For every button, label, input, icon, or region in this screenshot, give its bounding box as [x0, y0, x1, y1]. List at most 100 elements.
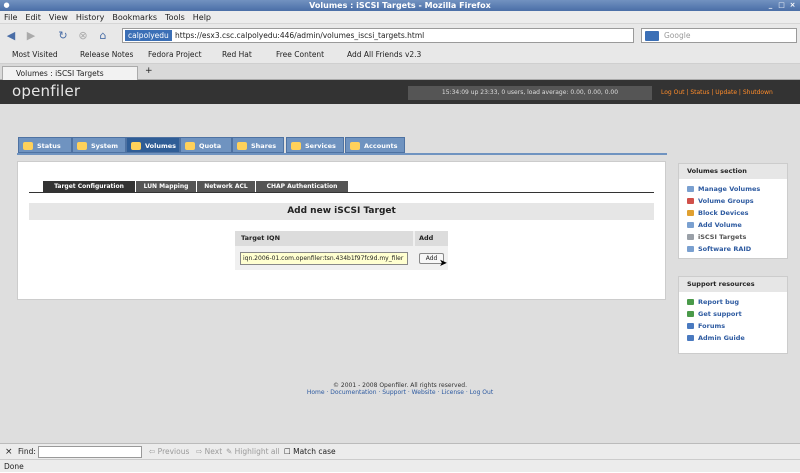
footer-copyright: © 2001 - 2008 Openfiler. All rights rese…: [333, 382, 467, 389]
tab-status[interactable]: Status: [18, 137, 72, 153]
sidebar-item-forums[interactable]: Forums: [687, 321, 725, 331]
system-status-text: 15:34:09 up 23:33, 0 users, load average…: [408, 86, 652, 100]
url-bar[interactable]: calpolyedu https://esx3.csc.calpolyedu:4…: [122, 28, 634, 43]
window-title: Volumes : iSCSI Targets - Mozilla Firefo…: [309, 1, 491, 10]
sidebar-item-manage-volumes[interactable]: Manage Volumes: [687, 184, 760, 194]
subtab-lun-mapping[interactable]: LUN Mapping: [136, 181, 196, 192]
services-icon: [291, 142, 301, 150]
sidebar-item-report-bug[interactable]: Report bug: [687, 297, 739, 307]
volumes-section-title: Volumes section: [679, 164, 787, 179]
find-next-label: Next: [204, 447, 223, 456]
subtab-network-acl[interactable]: Network ACL: [197, 181, 255, 192]
menu-bar: File Edit View History Bookmarks Tools Help: [0, 11, 800, 24]
tab-label: Shares: [251, 142, 277, 150]
volume-groups-icon: [687, 198, 694, 204]
support-resources-title: Support resources: [679, 277, 787, 292]
add-volume-icon: [687, 222, 694, 228]
header-links[interactable]: Log Out | Status | Update | Shutdown: [661, 86, 773, 100]
maximize-button[interactable]: □: [777, 1, 786, 10]
sidebar-item-label: Add Volume: [698, 221, 742, 229]
tab-volumes[interactable]: Volumes: [126, 137, 180, 153]
sidebar-item-add-volume[interactable]: Add Volume: [687, 220, 742, 230]
sidebar-item-admin-guide[interactable]: Admin Guide: [687, 333, 745, 343]
bookmark-most-visited[interactable]: Most Visited: [12, 46, 58, 64]
highlight-all-label: Highlight all: [234, 447, 280, 456]
site-identity-badge[interactable]: calpolyedu: [125, 30, 172, 41]
sidebar-item-label: Forums: [698, 322, 726, 330]
close-window-button[interactable]: ×: [788, 1, 797, 10]
google-icon[interactable]: [645, 31, 659, 41]
tab-label: Volumes: [145, 142, 177, 150]
subtab-target-configuration[interactable]: Target Configuration: [43, 181, 135, 192]
software-raid-icon: [687, 246, 694, 252]
tab-shares[interactable]: Shares: [232, 137, 284, 153]
tab-label: Services: [305, 142, 336, 150]
tab-underline: [17, 153, 667, 155]
bookmarks-toolbar: Most Visited Release Notes Fedora Projec…: [0, 46, 800, 64]
iscsi-targets-icon: [687, 234, 694, 240]
support-resources-box: Support resources Report bug Get support…: [678, 276, 788, 354]
firefox-icon: ●: [3, 1, 10, 9]
url-text[interactable]: https://esx3.csc.calpolyedu:446/admin/vo…: [175, 29, 424, 42]
column-header-iqn: Target IQN: [235, 231, 413, 246]
find-next-button[interactable]: ⇨ Next: [196, 444, 222, 460]
menu-history[interactable]: History: [72, 11, 108, 24]
menu-help[interactable]: Help: [189, 11, 215, 24]
new-tab-icon[interactable]: +: [145, 65, 153, 78]
bookmark-add-all-friends[interactable]: Add All Friends v2.3: [347, 46, 421, 64]
manage-volumes-icon: [687, 186, 694, 192]
back-icon[interactable]: ◀: [4, 29, 18, 42]
column-header-add: Add: [415, 231, 448, 246]
menu-view[interactable]: View: [45, 11, 72, 24]
shares-icon: [237, 142, 247, 150]
find-previous-button[interactable]: ⇦ Previous: [149, 444, 189, 460]
volumes-section-box: Volumes section Manage Volumes Volume Gr…: [678, 163, 788, 259]
mouse-cursor-icon: ➤: [439, 258, 448, 269]
minimize-button[interactable]: _: [766, 1, 775, 10]
menu-edit[interactable]: Edit: [21, 11, 45, 24]
subtab-chap-authentication[interactable]: CHAP Authentication: [256, 181, 348, 192]
sidebar-item-get-support[interactable]: Get support: [687, 309, 742, 319]
sidebar-item-block-devices[interactable]: Block Devices: [687, 208, 749, 218]
stop-icon[interactable]: ⊗: [76, 29, 90, 42]
menu-file[interactable]: File: [0, 11, 21, 24]
match-case-checkbox[interactable]: ☐ Match case: [284, 444, 336, 460]
forward-icon[interactable]: ▶: [24, 29, 38, 42]
openfiler-logo: openfiler: [12, 82, 81, 100]
window-title-bar: Volumes : iSCSI Targets - Mozilla Firefo…: [0, 0, 800, 11]
tab-quota[interactable]: Quota: [180, 137, 232, 153]
forums-icon: [687, 323, 694, 329]
close-find-icon[interactable]: ×: [5, 444, 13, 460]
reload-icon[interactable]: ↻: [56, 29, 70, 42]
sidebar-item-iscsi-targets[interactable]: iSCSI Targets: [687, 232, 746, 242]
search-placeholder: Google: [664, 31, 691, 40]
bookmark-release-notes[interactable]: Release Notes: [80, 46, 133, 64]
highlight-all-button[interactable]: ✎ Highlight all: [226, 444, 280, 460]
tab-services[interactable]: Services: [286, 137, 344, 153]
bookmark-fedora-project[interactable]: Fedora Project: [148, 46, 202, 64]
find-label: Find:: [18, 447, 36, 456]
menu-bookmarks[interactable]: Bookmarks: [108, 11, 161, 24]
sidebar-item-software-raid[interactable]: Software RAID: [687, 244, 751, 254]
system-icon: [77, 142, 87, 150]
add-target-heading: Add new iSCSI Target: [29, 203, 654, 220]
tab-system[interactable]: System: [72, 137, 126, 153]
search-box[interactable]: Google: [641, 28, 797, 43]
accounts-icon: [350, 142, 360, 150]
find-input[interactable]: [38, 446, 142, 458]
target-iqn-input[interactable]: [240, 252, 408, 265]
sidebar-item-label: Admin Guide: [698, 334, 745, 342]
browser-tab-label: Volumes : iSCSI Targets: [16, 69, 104, 78]
bookmark-free-content[interactable]: Free Content: [276, 46, 324, 64]
browser-tab-bar: Volumes : iSCSI Targets +: [0, 64, 800, 80]
bookmark-red-hat[interactable]: Red Hat: [222, 46, 252, 64]
sidebar-item-label: iSCSI Targets: [698, 233, 747, 241]
subtab-underline: [29, 192, 654, 193]
sidebar-item-volume-groups[interactable]: Volume Groups: [687, 196, 754, 206]
browser-tab[interactable]: Volumes : iSCSI Targets: [2, 66, 138, 80]
tab-accounts[interactable]: Accounts: [345, 137, 405, 153]
home-icon[interactable]: ⌂: [96, 29, 110, 42]
sidebar-item-label: Get support: [698, 310, 742, 318]
footer-links[interactable]: Home · Documentation · Support · Website…: [0, 389, 800, 396]
menu-tools[interactable]: Tools: [161, 11, 189, 24]
